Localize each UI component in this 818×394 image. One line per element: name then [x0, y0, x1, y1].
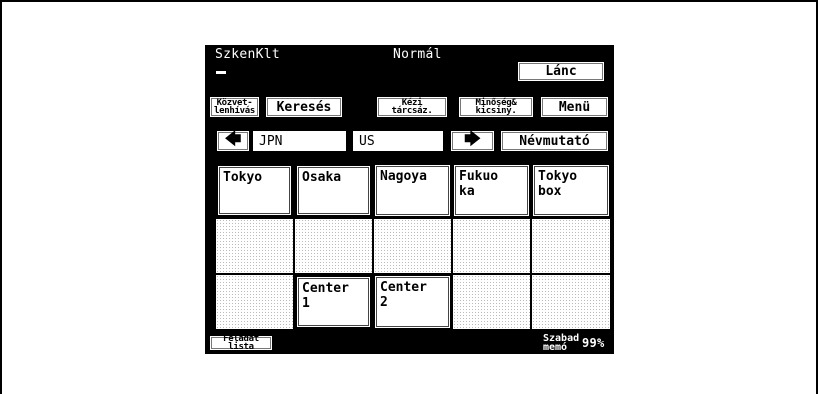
tab-direct-dial[interactable]: Közvet- lenhívás: [208, 95, 261, 119]
dest-empty[interactable]: [452, 218, 531, 274]
job-list-button[interactable]: Feladat lista: [208, 334, 274, 352]
quality-label: Normál: [393, 47, 442, 62]
tab-menu[interactable]: Menü: [539, 95, 610, 119]
dest-empty[interactable]: [215, 274, 294, 330]
input-cursor: [216, 71, 226, 74]
dest-nagoya[interactable]: Nagoya: [373, 163, 452, 218]
tab-quality-reduction[interactable]: Minőség& kicsiny.: [457, 95, 535, 119]
fax-scan-panel: SzkenKlt Normál Lánc Közvet- lenhívás Ke…: [205, 45, 614, 354]
dest-empty[interactable]: [531, 274, 611, 330]
prev-arrow-button[interactable]: 🡄: [215, 129, 251, 153]
dest-tokyo-box[interactable]: Tokyo box: [531, 163, 611, 218]
dest-empty[interactable]: [452, 274, 531, 330]
free-memory-label: Szabad memó: [543, 333, 580, 353]
mode-title: SzkenKlt: [215, 47, 281, 62]
dest-fukuoka[interactable]: Fukuo ka: [452, 163, 531, 218]
chain-button[interactable]: Lánc: [516, 60, 606, 83]
dest-empty[interactable]: [373, 218, 452, 274]
dest-center-2[interactable]: Center 2: [373, 274, 452, 330]
dest-empty[interactable]: [215, 218, 294, 274]
destination-grid: Tokyo Osaka Nagoya Fukuo ka Tokyo box Ce…: [215, 163, 611, 330]
free-memory-value: 99%: [582, 336, 605, 350]
tab-search[interactable]: Keresés: [264, 95, 344, 119]
dest-osaka[interactable]: Osaka: [294, 163, 373, 218]
next-arrow-button[interactable]: 🡆: [449, 129, 496, 153]
dest-center-1[interactable]: Center 1: [294, 274, 373, 330]
index-field-us[interactable]: US: [351, 129, 445, 153]
index-field-jpn[interactable]: JPN: [251, 129, 348, 153]
dest-tokyo[interactable]: Tokyo: [215, 163, 294, 218]
dest-empty[interactable]: [531, 218, 611, 274]
arrow-left-icon: 🡄: [224, 128, 242, 148]
tab-manual-dial[interactable]: Kézi tárcsáz.: [375, 95, 449, 119]
dest-empty[interactable]: [294, 218, 373, 274]
index-button[interactable]: Névmutató: [499, 129, 610, 153]
arrow-right-icon: 🡆: [464, 128, 481, 148]
